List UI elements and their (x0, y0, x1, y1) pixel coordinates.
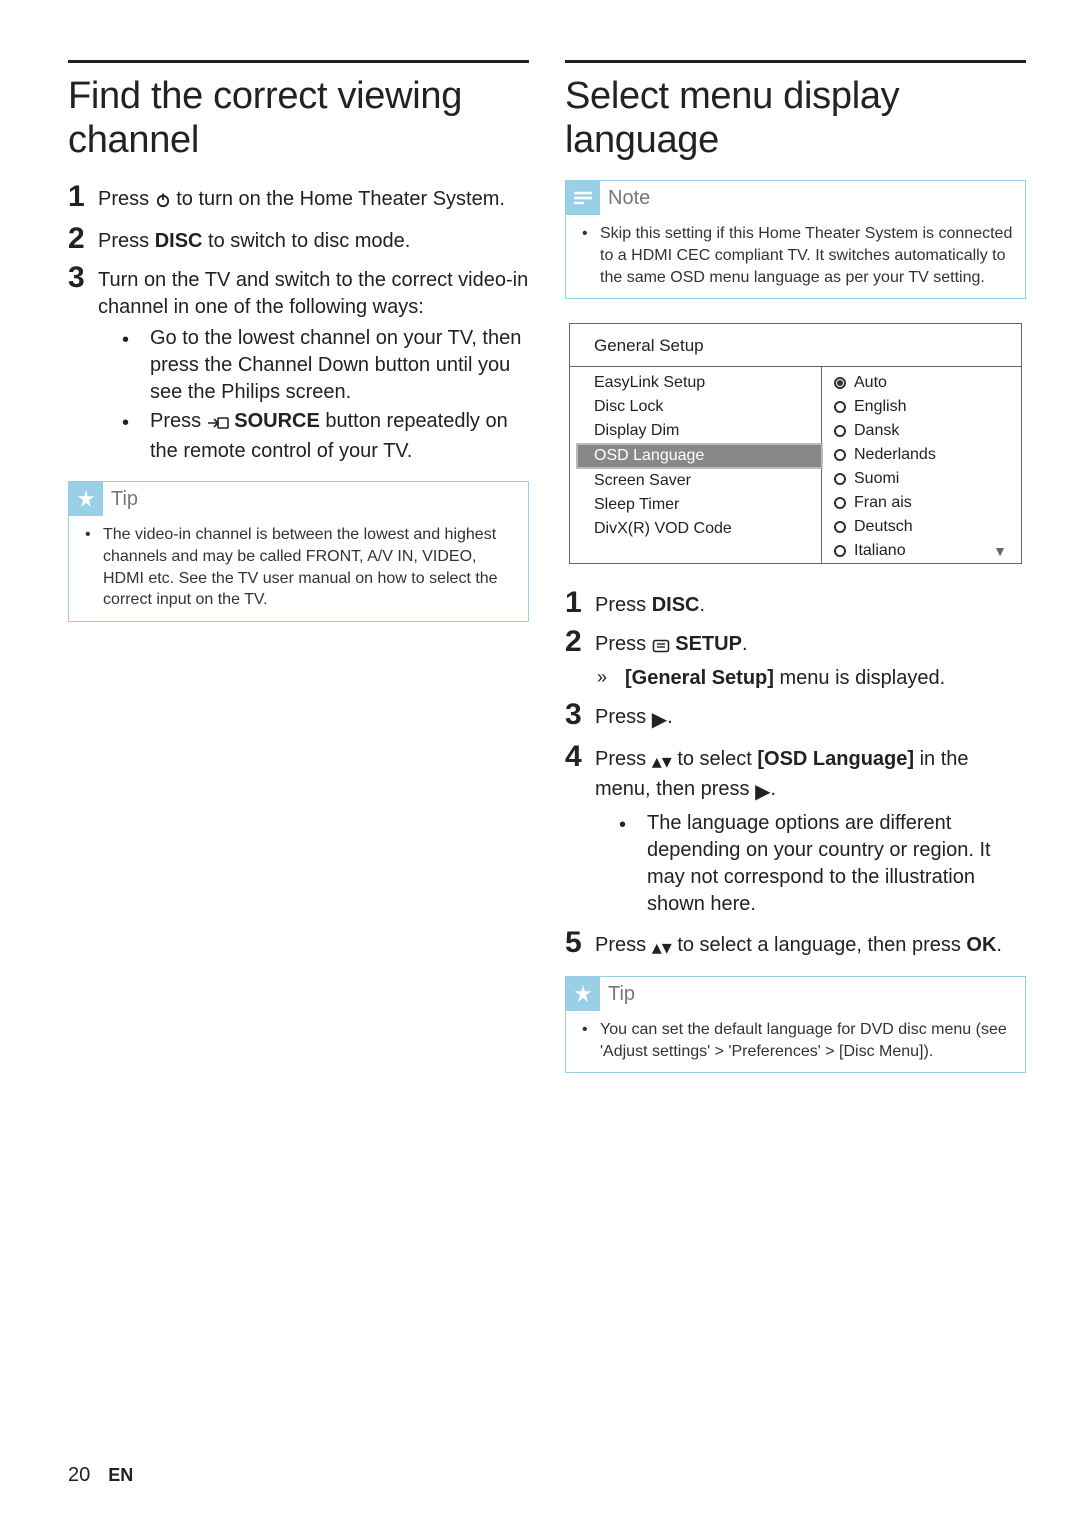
setup-icon (652, 634, 670, 661)
lang-code: EN (108, 1465, 133, 1486)
menu-left-item: EasyLink Setup (570, 371, 821, 395)
menu-left-item: Disc Lock (570, 395, 821, 419)
note-icon (566, 181, 600, 215)
rstep-3: 3 Press ▶. (565, 698, 1026, 734)
step-2: 2 Press DISC to switch to disc mode. (68, 222, 529, 255)
menu-right-item: English (822, 395, 1021, 419)
menu-left-item: OSD Language (576, 443, 823, 469)
step-3: 3 Turn on the TV and switch to the corre… (68, 261, 529, 467)
rstep-4: 4 Press ▴▾ to select [OSD Language] in t… (565, 740, 1026, 920)
divider (565, 60, 1026, 63)
menu-right-item: Auto (822, 371, 1021, 395)
left-column: Find the correct viewing channel 1 Press… (68, 60, 529, 1434)
right-steps: 1 Press DISC. 2 Press SETUP. »[General S… (565, 586, 1026, 962)
radio-icon (834, 401, 846, 413)
menu-right-item: Deutsch (822, 515, 1021, 539)
menu-left-item: DivX(R) VOD Code (570, 517, 821, 541)
tip-title: Tip (608, 983, 635, 1006)
radio-icon (834, 449, 846, 461)
note-body: Skip this setting if this Home Theater S… (600, 223, 1013, 288)
radio-icon (834, 473, 846, 485)
menu-left-list: EasyLink SetupDisc LockDisplay DimOSD La… (570, 367, 821, 563)
radio-icon (834, 521, 846, 533)
menu-left-item: Display Dim (570, 419, 821, 443)
page: Find the correct viewing channel 1 Press… (0, 0, 1080, 1527)
rstep-1: 1 Press DISC. (565, 586, 1026, 619)
source-icon (207, 411, 229, 438)
menu-right-item: Suomi (822, 467, 1021, 491)
right-heading: Select menu display language (565, 75, 1026, 162)
note-callout: Note •Skip this setting if this Home The… (565, 180, 1026, 299)
tip-title: Tip (111, 488, 138, 511)
left-tip-callout: Tip •The video-in channel is between the… (68, 481, 529, 621)
osd-menu: General Setup EasyLink SetupDisc LockDis… (569, 323, 1022, 564)
menu-right-item: Italiano▼ (822, 539, 1021, 563)
menu-left-item: Sleep Timer (570, 493, 821, 517)
menu-right-item: Dansk (822, 419, 1021, 443)
note-title: Note (608, 187, 650, 210)
scroll-down-icon: ▼ (993, 543, 1007, 559)
menu-left-item: Screen Saver (570, 469, 821, 493)
right-column: Select menu display language Note •Skip … (565, 60, 1026, 1434)
page-number: 20 (68, 1464, 90, 1487)
divider (68, 60, 529, 63)
radio-icon (834, 545, 846, 557)
updown-arrow-icon: ▴▾ (652, 749, 672, 776)
tip-icon (566, 977, 600, 1011)
rstep-2: 2 Press SETUP. »[General Setup] menu is … (565, 625, 1026, 692)
menu-right-item: Nederlands (822, 443, 1021, 467)
right-arrow-icon: ▶ (652, 707, 667, 734)
tip-icon (69, 482, 103, 516)
updown-arrow-icon: ▴▾ (652, 935, 672, 962)
menu-right-item: Fran ais (822, 491, 1021, 515)
right-arrow-icon: ▶ (755, 779, 770, 806)
step-1: 1 Press to turn on the Home Theater Syst… (68, 180, 529, 216)
menu-right-list: AutoEnglishDanskNederlandsSuomiFran aisD… (821, 367, 1021, 563)
left-steps: 1 Press to turn on the Home Theater Syst… (68, 180, 529, 467)
page-footer: 20 EN (68, 1434, 1026, 1487)
rstep-5: 5 Press ▴▾ to select a language, then pr… (565, 926, 1026, 962)
radio-icon (834, 377, 846, 389)
radio-icon (834, 425, 846, 437)
columns: Find the correct viewing channel 1 Press… (68, 60, 1026, 1434)
menu-title: General Setup (570, 324, 1021, 367)
tip-body: The video-in channel is between the lowe… (103, 524, 516, 610)
power-icon (155, 189, 171, 216)
radio-icon (834, 497, 846, 509)
right-tip-callout: Tip •You can set the default language fo… (565, 976, 1026, 1073)
left-heading: Find the correct viewing channel (68, 75, 529, 162)
step-3-subs: • Go to the lowest channel on your TV, t… (98, 325, 529, 465)
